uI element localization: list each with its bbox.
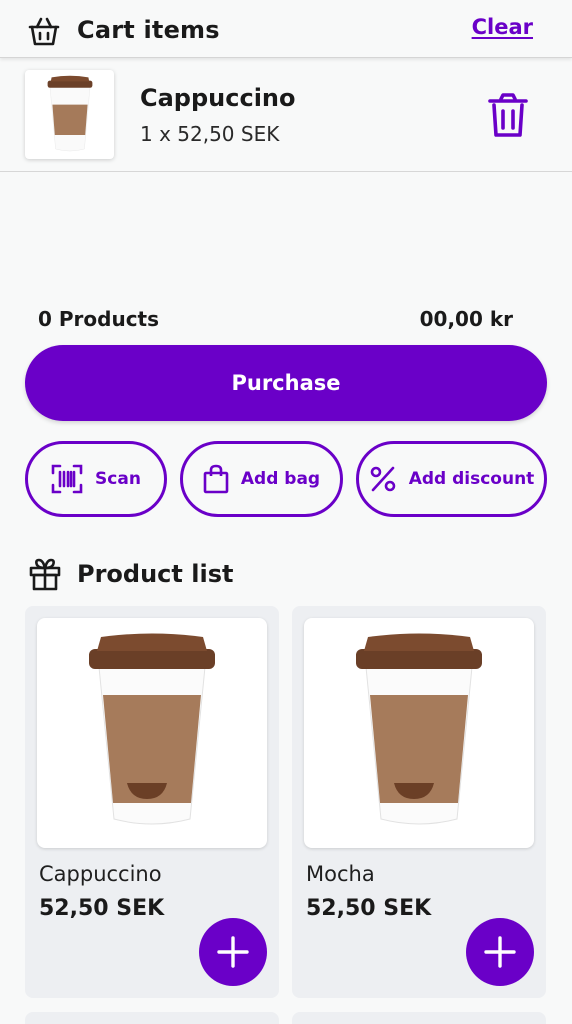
product-card[interactable] — [25, 1012, 279, 1024]
product-card[interactable]: Cappuccino 52,50 SEK — [25, 606, 279, 998]
product-name: Cappuccino — [39, 862, 162, 886]
coffee-cup-image — [47, 75, 92, 151]
product-list-title: Product list — [77, 560, 234, 588]
gift-icon — [29, 558, 61, 591]
scan-button[interactable]: Scan — [25, 441, 167, 517]
add-discount-label: Add discount — [408, 469, 535, 489]
plus-icon — [217, 936, 249, 968]
clear-cart-link[interactable]: Clear — [472, 15, 533, 39]
cart-header: Cart items Clear — [0, 0, 572, 58]
add-bag-label: Add bag — [240, 469, 321, 489]
cart-item-name: Cappuccino — [140, 84, 296, 112]
product-image — [37, 618, 267, 848]
cart-item-quantity: 1 x 52,50 SEK — [140, 122, 280, 146]
product-count: 0 Products — [38, 307, 160, 331]
add-bag-button[interactable]: Add bag — [180, 441, 343, 517]
page-title: Cart items — [77, 16, 220, 44]
plus-icon — [484, 936, 516, 968]
product-card[interactable]: Mocha 52,50 SEK — [292, 606, 546, 998]
barcode-scan-icon — [51, 464, 83, 494]
purchase-button[interactable]: Purchase — [25, 345, 547, 421]
percent-icon — [370, 466, 395, 492]
trash-icon[interactable] — [486, 92, 530, 138]
product-price: 52,50 SEK — [39, 896, 165, 921]
cart-total: 00,00 kr — [419, 307, 513, 331]
add-discount-button[interactable]: Add discount — [356, 441, 547, 517]
basket-icon — [28, 17, 60, 46]
coffee-cup-image — [356, 633, 482, 825]
cart-item-image — [25, 70, 114, 159]
scan-label: Scan — [95, 469, 141, 489]
product-name: Mocha — [306, 862, 375, 886]
coffee-cup-image — [89, 633, 215, 825]
product-image — [304, 618, 534, 848]
add-to-cart-button[interactable] — [199, 918, 267, 986]
cart-item: Cappuccino 1 x 52,50 SEK — [0, 58, 572, 172]
product-price: 52,50 SEK — [306, 896, 432, 921]
shopping-bag-icon — [203, 464, 229, 494]
product-card[interactable] — [292, 1012, 546, 1024]
add-to-cart-button[interactable] — [466, 918, 534, 986]
